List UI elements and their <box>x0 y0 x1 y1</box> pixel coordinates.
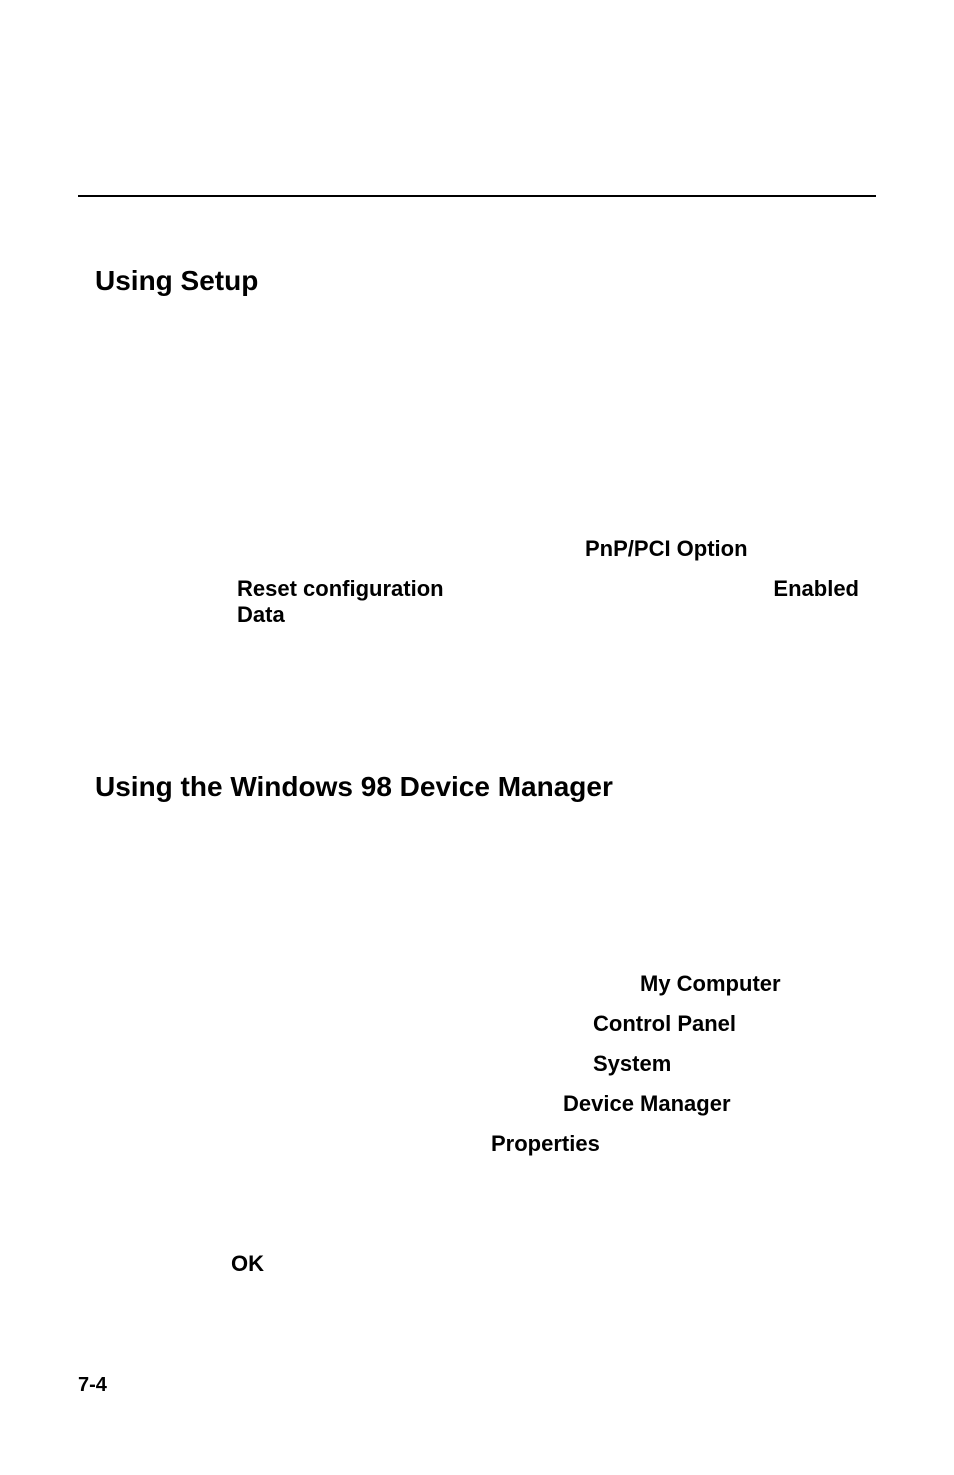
step-text: Control Panel <box>593 1007 859 1041</box>
pnp-pci-option-label: PnP/PCI Option <box>585 536 748 562</box>
spacer <box>95 1161 859 1241</box>
enabled-label: Enabled <box>773 576 859 602</box>
reset-configuration-data-label: Reset configuration Data <box>237 576 483 628</box>
document-page: Using Setup PnP/PCI Option Reset configu… <box>0 0 954 1475</box>
spacer <box>95 628 859 703</box>
system-label: System <box>593 1051 671 1076</box>
my-computer-label: My Computer <box>640 971 781 996</box>
text-line: PnP/PCI Option <box>95 536 859 562</box>
page-number: 7-4 <box>78 1374 107 1397</box>
text-line: Reset configuration Data Enabled <box>95 576 859 628</box>
page-content: Using Setup PnP/PCI Option Reset configu… <box>0 265 954 1281</box>
step-text: Device Manager <box>563 1087 859 1121</box>
step-text: OK <box>231 1247 859 1281</box>
spacer <box>95 335 859 530</box>
spacer <box>95 841 859 961</box>
header-rule <box>78 195 876 197</box>
section-heading-using-setup: Using Setup <box>95 265 859 297</box>
properties-label: Properties <box>491 1131 600 1156</box>
step-text: My Computer <box>640 967 859 1001</box>
control-panel-label: Control Panel <box>593 1011 736 1036</box>
ok-label: OK <box>231 1251 264 1276</box>
section-heading-device-manager: Using the Windows 98 Device Manager <box>95 771 859 803</box>
device-manager-label: Device Manager <box>563 1091 731 1116</box>
step-text: System <box>593 1047 859 1081</box>
step-text: Properties <box>491 1127 859 1161</box>
